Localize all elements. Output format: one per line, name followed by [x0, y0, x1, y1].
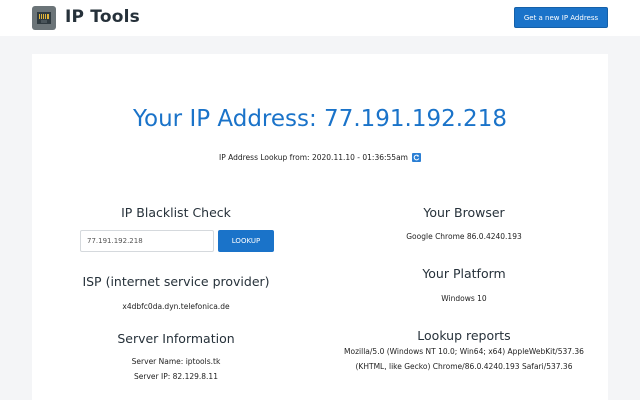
ethernet-port-icon[interactable] [32, 6, 56, 30]
lookup-button[interactable]: LOOKUP [218, 230, 274, 252]
server-name: Server Name: iptools.tk [131, 357, 221, 366]
server-info-title: Server Information [117, 331, 235, 346]
user-agent-line-1: Mozilla/5.0 (Windows NT 10.0; Win64; x64… [344, 347, 584, 356]
user-agent-line-2: (KHTML, like Gecko) Chrome/86.0.4240.193… [355, 362, 573, 371]
top-bar: IP Tools Get a new IP Address [0, 0, 640, 36]
server-ip: Server IP: 82.129.8.11 [134, 372, 218, 381]
browser-title: Your Browser [423, 205, 505, 220]
lookup-reports-title: Lookup reports [417, 328, 511, 343]
isp-value: x4dbfc0da.dyn.telefonica.de [122, 302, 230, 311]
browser-value: Google Chrome 86.0.4240.193 [406, 232, 522, 241]
right-column: Your Browser Google Chrome 86.0.4240.193… [320, 54, 608, 400]
get-new-ip-button[interactable]: Get a new IP Address [514, 7, 608, 28]
left-column: IP Blacklist Check LOOKUP ISP (internet … [32, 54, 320, 400]
blacklist-ip-input[interactable] [80, 230, 214, 252]
isp-title: ISP (internet service provider) [82, 274, 270, 289]
platform-value: Windows 10 [441, 294, 487, 303]
blacklist-title: IP Blacklist Check [121, 205, 231, 220]
platform-title: Your Platform [422, 266, 506, 281]
main-card: Your IP Address: 77.191.192.218 IP Addre… [32, 54, 608, 400]
brand-title[interactable]: IP Tools [65, 7, 140, 27]
